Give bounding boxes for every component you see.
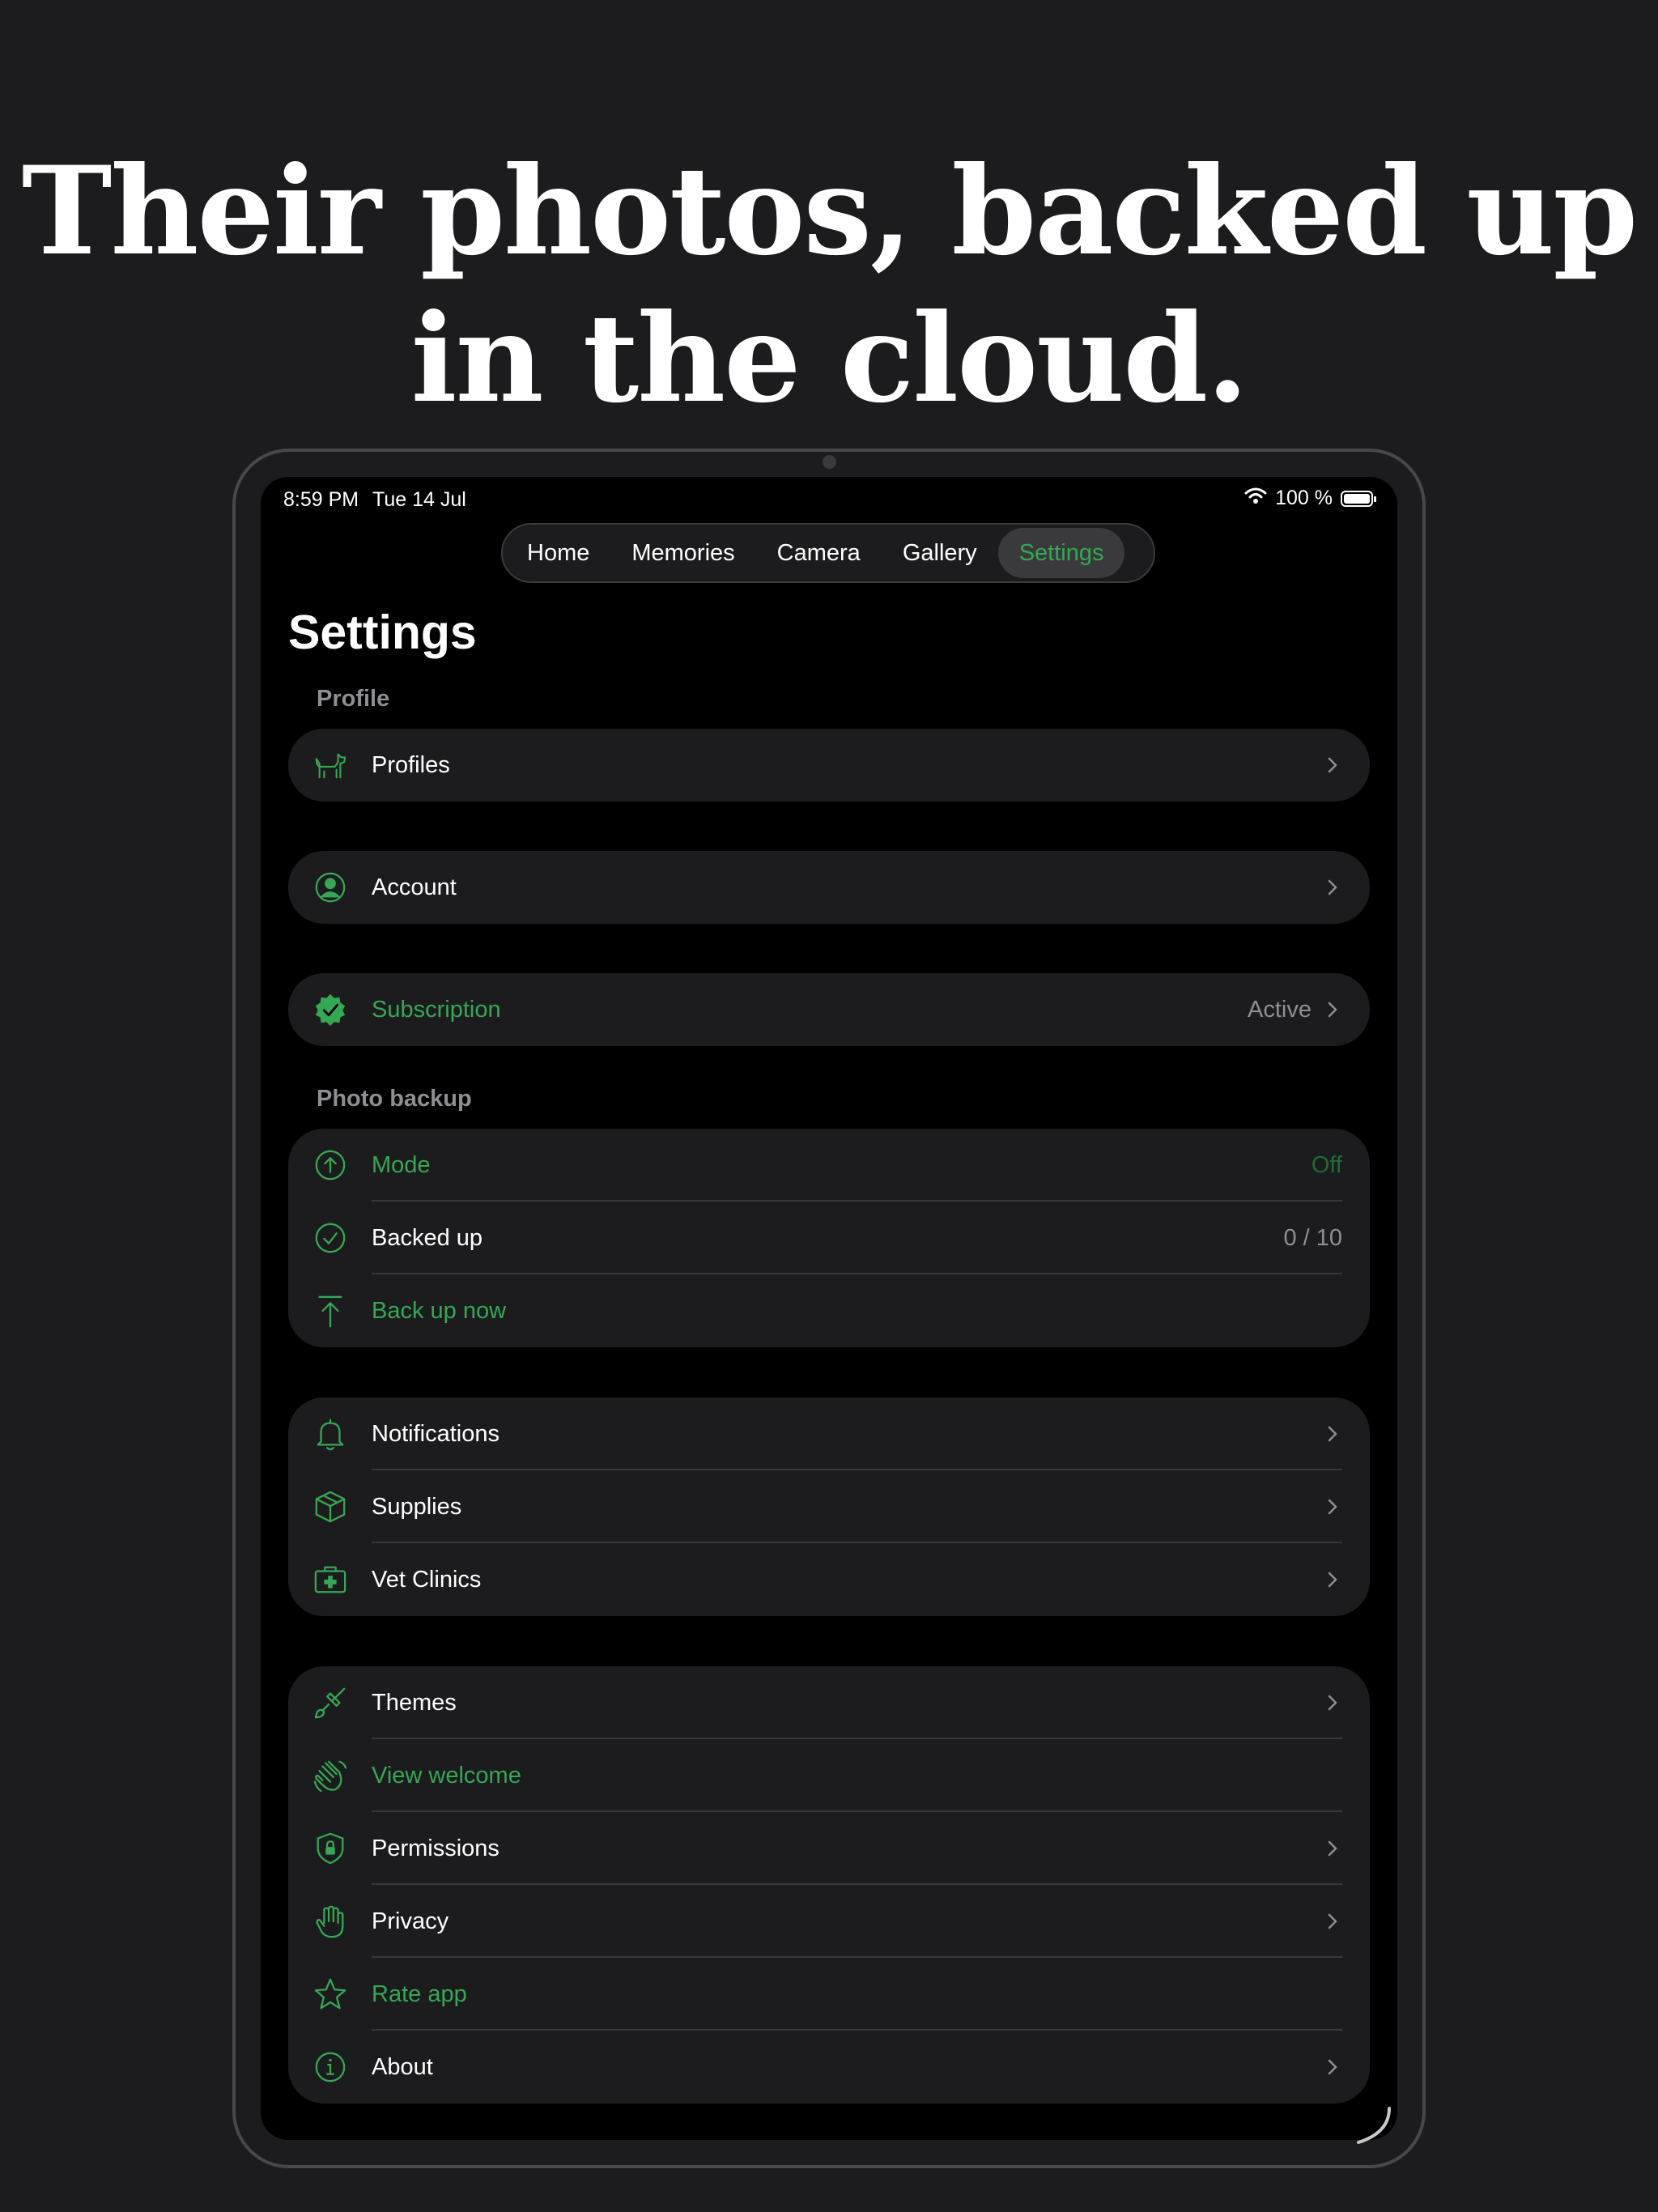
backup-mode-label: Mode — [372, 1152, 431, 1178]
lock-shield-icon — [312, 1831, 348, 1866]
battery-icon — [1341, 490, 1376, 507]
chevron-right-icon — [1323, 755, 1342, 775]
vet-clinics-row[interactable]: Vet Clinics — [288, 1543, 1370, 1616]
top-tab-bar: Home Memories Camera Gallery Settings — [501, 523, 1155, 583]
home-indicator-corner — [1352, 2105, 1392, 2146]
app-screen: 8:59 PM Tue 14 Jul 100 % Home Memories C… — [261, 477, 1397, 2140]
bell-icon — [312, 1416, 348, 1452]
account-row[interactable]: Account — [288, 851, 1370, 924]
battery-percent: 100 % — [1275, 487, 1333, 509]
back-up-now-label: Back up now — [372, 1298, 507, 1324]
notifications-label: Notifications — [372, 1421, 500, 1447]
status-date: Tue 14 Jul — [372, 488, 466, 511]
chevron-right-icon — [1323, 1424, 1342, 1444]
account-label: Account — [372, 874, 457, 900]
checkmark-seal-icon — [312, 992, 348, 1027]
raised-hand-icon — [312, 1904, 348, 1939]
backed-up-row: Backed up 0 / 10 — [288, 1202, 1370, 1274]
chevron-right-icon — [1323, 1912, 1342, 1931]
profiles-label: Profiles — [372, 752, 450, 778]
arrow-up-to-line-icon — [312, 1293, 348, 1329]
about-row[interactable]: About — [288, 2031, 1370, 2104]
arrow-up-circle-icon — [312, 1147, 348, 1183]
view-welcome-label: View welcome — [372, 1763, 521, 1789]
tab-camera[interactable]: Camera — [756, 528, 882, 578]
box-icon — [312, 1489, 348, 1525]
status-time: 8:59 PM — [283, 488, 359, 511]
front-camera — [823, 455, 836, 469]
privacy-row[interactable]: Privacy — [288, 1885, 1370, 1958]
section-label-photo-backup: Photo backup — [317, 1086, 472, 1112]
star-icon — [312, 1976, 348, 2012]
status-bar: 8:59 PM Tue 14 Jul 100 % — [261, 477, 1397, 522]
account-group: Account — [288, 851, 1370, 924]
status-right: 100 % — [1244, 487, 1376, 510]
tab-gallery[interactable]: Gallery — [882, 528, 998, 578]
section-label-profile: Profile — [317, 686, 390, 712]
themes-row[interactable]: Themes — [288, 1666, 1370, 1739]
tab-home[interactable]: Home — [506, 528, 610, 578]
about-label: About — [372, 2054, 433, 2080]
vet-clinics-label: Vet Clinics — [372, 1567, 482, 1593]
wifi-icon — [1244, 487, 1267, 510]
chevron-right-icon — [1323, 2057, 1342, 2077]
view-welcome-row[interactable]: View welcome — [288, 1739, 1370, 1812]
chevron-right-icon — [1323, 878, 1342, 897]
backup-mode-row[interactable]: Mode Off — [288, 1129, 1370, 1202]
info-circle-icon — [312, 2049, 348, 2085]
photo-backup-group: Mode Off Backed up 0 / 10 Back up now — [288, 1129, 1370, 1347]
backup-mode-value: Off — [1311, 1152, 1342, 1178]
medical-kit-icon — [312, 1562, 348, 1597]
tab-settings[interactable]: Settings — [997, 528, 1125, 578]
waving-hand-icon — [312, 1758, 348, 1793]
subscription-label: Subscription — [372, 997, 501, 1023]
marketing-headline: Their photos, backed up in the cloud. — [0, 138, 1658, 432]
checkmark-circle-icon — [312, 1220, 348, 1256]
supplies-label: Supplies — [372, 1494, 462, 1520]
profile-group: Profiles — [288, 729, 1370, 802]
page-title: Settings — [288, 606, 477, 659]
headline-line-1: Their photos, backed up — [21, 140, 1638, 283]
chevron-right-icon — [1323, 1570, 1342, 1589]
backed-up-count: 0 / 10 — [1283, 1225, 1342, 1251]
back-up-now-row[interactable]: Back up now — [288, 1274, 1370, 1347]
backed-up-label: Backed up — [372, 1225, 483, 1251]
permissions-row[interactable]: Permissions — [288, 1812, 1370, 1885]
rate-app-row[interactable]: Rate app — [288, 1958, 1370, 2031]
general-group: Notifications Supplies Vet Clinics — [288, 1397, 1370, 1616]
supplies-row[interactable]: Supplies — [288, 1470, 1370, 1543]
dog-icon — [312, 747, 348, 783]
chevron-right-icon — [1323, 1839, 1342, 1858]
person-circle-icon — [312, 870, 348, 905]
privacy-label: Privacy — [372, 1908, 449, 1934]
profiles-row[interactable]: Profiles — [288, 729, 1370, 802]
paintbrush-icon — [312, 1685, 348, 1721]
chevron-right-icon — [1323, 1693, 1342, 1712]
notifications-row[interactable]: Notifications — [288, 1397, 1370, 1470]
chevron-right-icon — [1323, 1497, 1342, 1516]
rate-app-label: Rate app — [372, 1981, 467, 2007]
app-group: Themes View welcome Permissions Privacy — [288, 1666, 1370, 2104]
tab-memories[interactable]: Memories — [610, 528, 755, 578]
subscription-group: Subscription Active — [288, 973, 1370, 1046]
themes-label: Themes — [372, 1690, 457, 1716]
subscription-status: Active — [1248, 997, 1312, 1023]
subscription-row[interactable]: Subscription Active — [288, 973, 1370, 1046]
headline-line-2: in the cloud. — [410, 287, 1249, 430]
chevron-right-icon — [1323, 1000, 1342, 1019]
permissions-label: Permissions — [372, 1836, 500, 1861]
